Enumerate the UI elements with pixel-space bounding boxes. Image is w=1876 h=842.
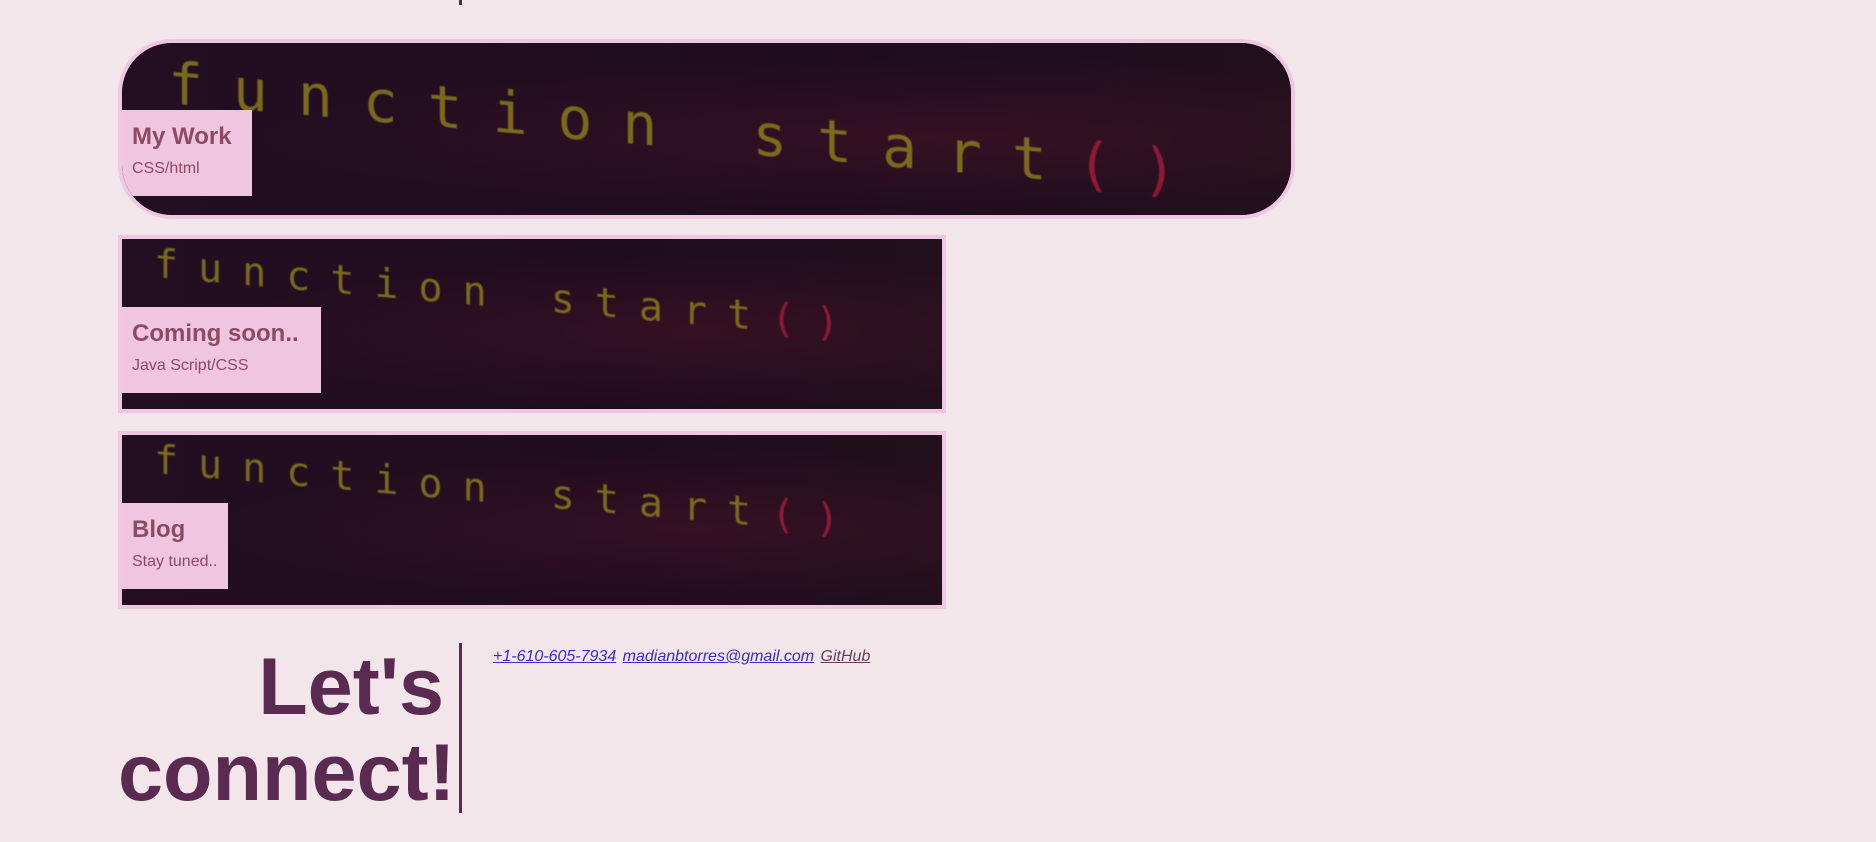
phone-link[interactable]: +1-610-605-7934 — [493, 648, 616, 665]
project-subtitle: Java Script/CSS — [132, 357, 249, 374]
email-link[interactable]: madianbtorres@gmail.com — [623, 648, 814, 665]
project-title: My Work — [132, 123, 232, 150]
connect-heading-line2: connect! — [118, 728, 456, 818]
project-title: Coming soon.. — [132, 320, 299, 347]
project-subtitle: CSS/html — [132, 160, 200, 177]
top-divider — [459, 0, 462, 5]
connect-heading-line1: Let's — [258, 642, 444, 732]
connect-divider — [459, 643, 462, 813]
project-label[interactable]: Coming soon.. Java Script/CSS — [122, 307, 321, 393]
project-subtitle: Stay tuned.. — [132, 553, 218, 570]
project-card-my-work[interactable]: function start() My Work CSS/html — [118, 39, 1295, 219]
project-title: Blog — [132, 516, 186, 543]
connect-heading: Let's connect! — [118, 642, 456, 818]
project-label[interactable]: My Work CSS/html — [122, 110, 252, 196]
project-card-coming-soon[interactable]: function start() Coming soon.. Java Scri… — [118, 235, 946, 413]
project-card-blog[interactable]: function start() Blog Stay tuned.. — [118, 431, 946, 609]
project-label[interactable]: Blog Stay tuned.. — [122, 503, 228, 589]
github-link[interactable]: GitHub — [821, 648, 871, 665]
contact-links: +1-610-605-7934 madianbtorres@gmail.com … — [493, 648, 872, 666]
